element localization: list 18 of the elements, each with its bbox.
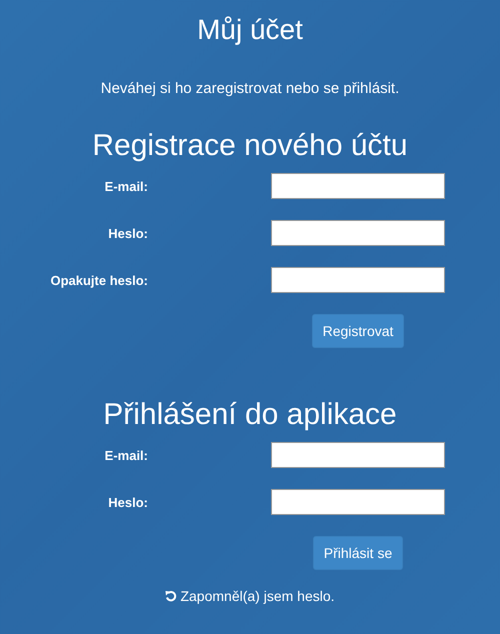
page-title: Můj účet — [196, 13, 304, 47]
input-field[interactable] — [271, 489, 445, 515]
submit-button[interactable]: Registrovat — [312, 314, 404, 348]
section-heading: Přihlášení do aplikace — [102, 397, 398, 433]
field-label: E-mail: — [104, 448, 148, 462]
intro-text: Neváhej si ho zaregistrovat nebo se přihlásit. — [100, 80, 400, 98]
forgot-password-link[interactable]: Zapomněl(a) jsem heslo. — [0, 588, 500, 604]
undo-icon — [165, 590, 178, 602]
input-field[interactable] — [271, 442, 445, 468]
input-field[interactable] — [271, 173, 445, 199]
field-label: Heslo: — [107, 226, 148, 240]
submit-button[interactable]: Přihlásit se — [312, 536, 404, 570]
field-label: E-mail: — [104, 178, 148, 194]
section-heading: Registrace nového účtu — [91, 128, 409, 164]
field-label: Opakujte heslo: — [49, 272, 148, 288]
field-label: Heslo: — [107, 494, 148, 510]
input-field[interactable] — [271, 267, 445, 293]
input-field[interactable] — [271, 220, 445, 246]
